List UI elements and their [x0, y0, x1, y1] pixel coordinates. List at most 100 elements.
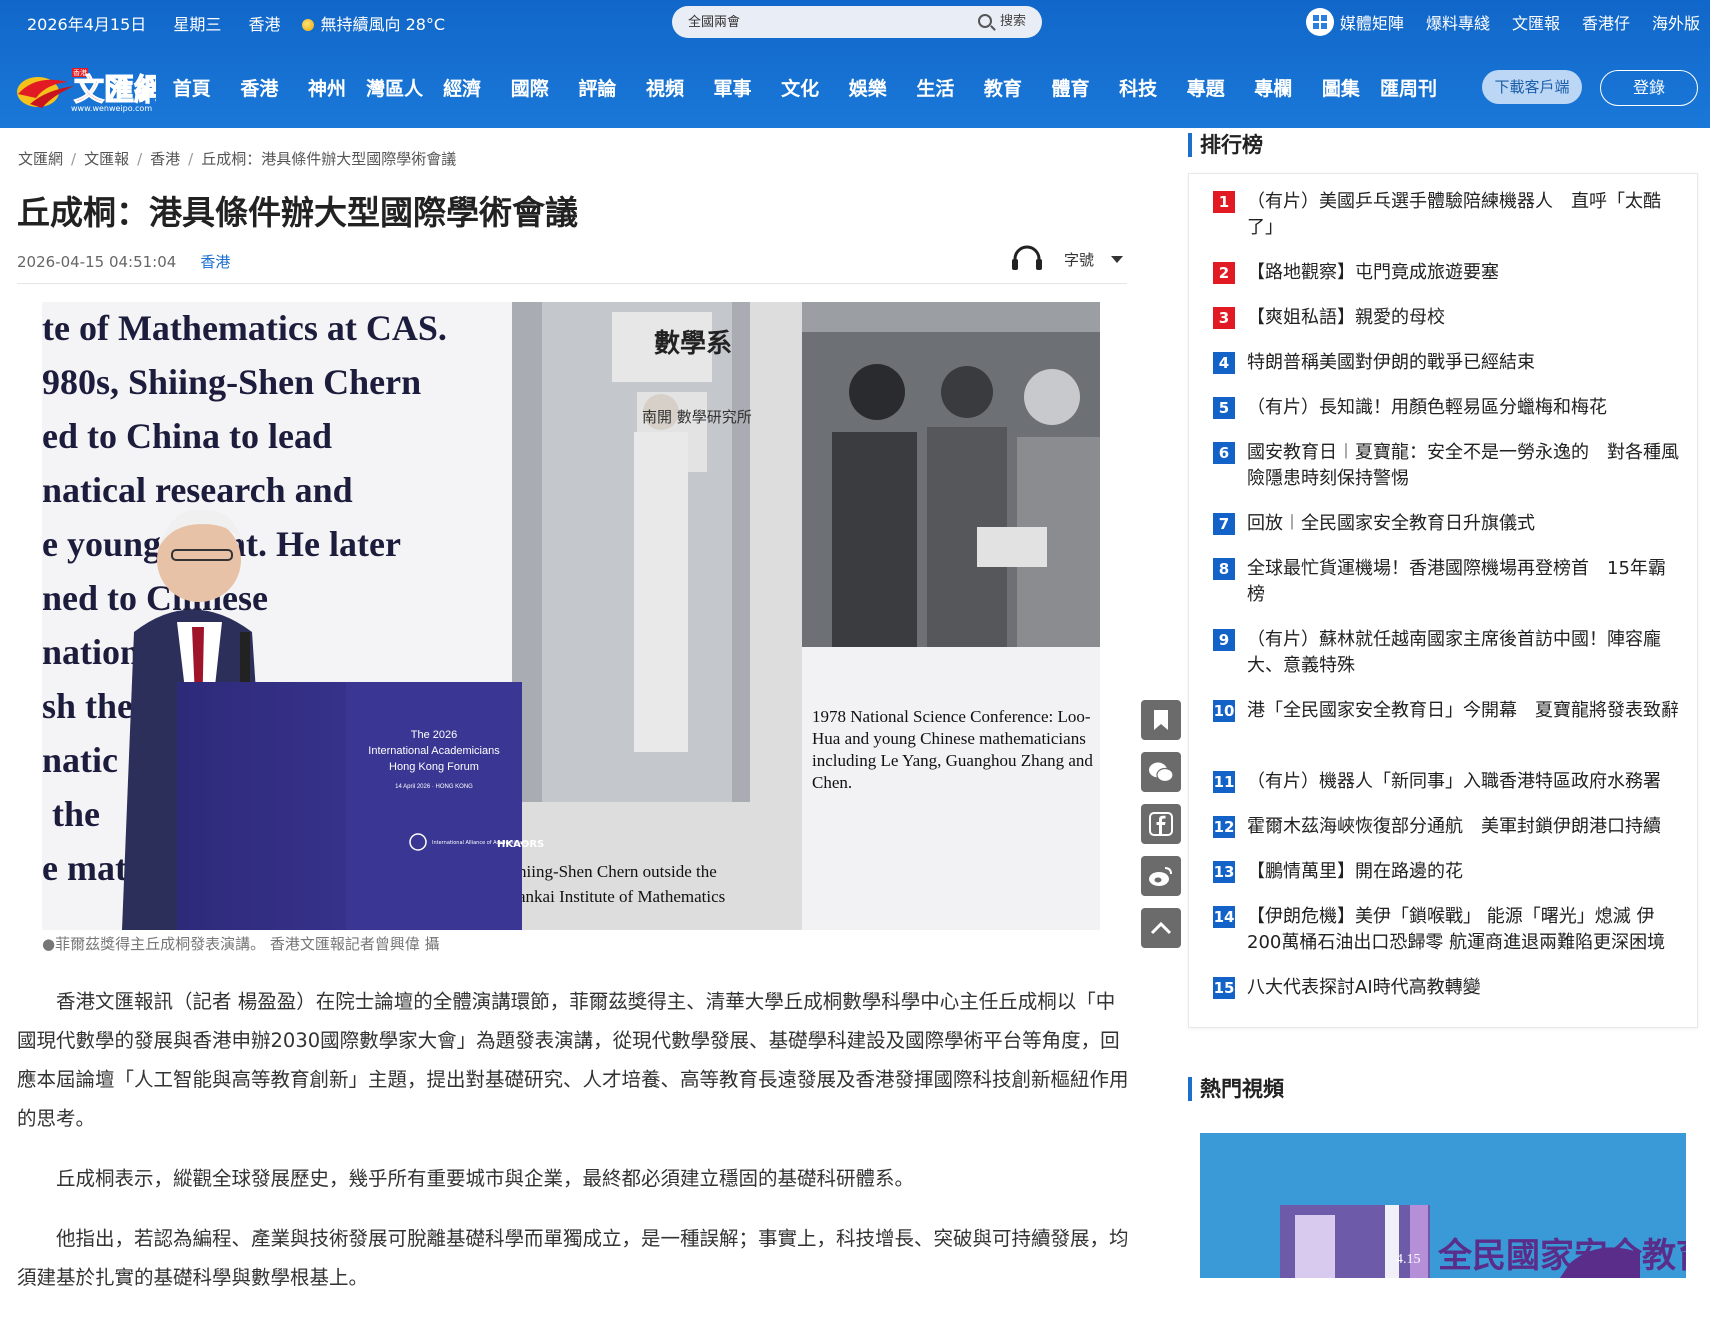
- nav-sports[interactable]: 體育: [1037, 74, 1105, 101]
- breadcrumb-hongkong[interactable]: 香港: [150, 150, 180, 168]
- main-nav: 香港 文匯網 www.wenweipo.com 首頁 香港 神州 灣區人 經濟 …: [0, 56, 1710, 120]
- nav-video[interactable]: 視頻: [631, 74, 699, 101]
- nav-home[interactable]: 首頁: [158, 74, 226, 101]
- paragraph: 香港文匯報訊（記者 楊盈盈）在院士論壇的全體演講環節，菲爾茲獎得主、清華大學丘成…: [17, 990, 1129, 1130]
- ranking-item[interactable]: 8 全球最忙貨運機場！香港國際機場再登榜首 15年霸榜: [1213, 556, 1683, 608]
- nav-tech[interactable]: 科技: [1104, 74, 1172, 101]
- category-link[interactable]: 香港: [200, 253, 230, 271]
- video-date: 4.15: [1396, 1252, 1421, 1267]
- ranking-item[interactable]: 5 （有片）長知識！用顏色輕易區分蠟梅和梅花: [1213, 395, 1683, 421]
- ranking-item[interactable]: 15 八大代表探討AI時代高教轉變: [1213, 975, 1683, 1001]
- slide-caption: Hua and young Chinese mathematicians: [812, 729, 1086, 748]
- ranking-item[interactable]: 6 國安教育日︱夏寶龍：安全不是一勞永逸的 對各種風險隱患時刻保持警惕: [1213, 440, 1683, 492]
- headphone-icon[interactable]: [1010, 245, 1044, 271]
- caret-down-icon[interactable]: [1111, 256, 1123, 263]
- hot-videos-title: 熱門視頻: [1188, 1077, 1284, 1101]
- facebook-share-button[interactable]: [1141, 804, 1181, 844]
- video-banner-text: 全民國家安全教育日: [1437, 1236, 1686, 1276]
- ranking-item[interactable]: 7 回放︱全民國家安全教育日升旗儀式: [1213, 511, 1683, 537]
- ranking-item[interactable]: 11 （有片）機器人「新同事」入職香港特區政府水務署: [1213, 769, 1683, 795]
- top-links: 媒體矩陣 爆料專綫 文匯報 香港仔 海外版: [1305, 8, 1700, 36]
- hongkongzai-link[interactable]: 香港仔: [1582, 10, 1630, 34]
- forum-photo-graphic: te of Mathematics at CAS. 980s, Shiing-S…: [42, 302, 1100, 930]
- nav-international[interactable]: 國際: [496, 74, 564, 101]
- facebook-icon: [1149, 812, 1173, 836]
- date-text: 2026年4月15日: [27, 15, 147, 34]
- grid-icon: [1305, 8, 1334, 36]
- meta-divider: [17, 283, 1127, 284]
- login-button[interactable]: 登錄: [1600, 70, 1698, 106]
- breadcrumb-paper[interactable]: 文匯報: [84, 150, 129, 168]
- site-logo[interactable]: 香港 文匯網 www.wenweipo.com: [16, 64, 165, 113]
- search-button-label: 搜索: [999, 14, 1026, 29]
- font-size-label[interactable]: 字號: [1064, 249, 1094, 270]
- ranking-item[interactable]: 2 【路地觀察】屯門竟成旅遊要塞: [1213, 260, 1683, 286]
- slide-line: natical research and: [42, 470, 353, 510]
- nav-military[interactable]: 軍事: [699, 74, 767, 101]
- paragraph: 他指出，若認為編程、產業與技術發展可脫離基礎科學而單獨成立，是一種誤解；事實上，…: [17, 1227, 1129, 1289]
- ranking-item[interactable]: 9 （有片）蘇林就任越南國家主席後首訪中國！陣容龐大、意義特殊: [1213, 627, 1683, 679]
- hotline-link[interactable]: 爆料專綫: [1426, 10, 1490, 34]
- nav-hongkong[interactable]: 香港: [226, 74, 294, 101]
- slide-line: te of Mathematics at CAS.: [42, 308, 447, 348]
- search-box: 搜索: [672, 6, 1042, 38]
- wechat-share-button[interactable]: [1141, 752, 1181, 792]
- search-input[interactable]: [688, 6, 958, 38]
- nav-education[interactable]: 教育: [969, 74, 1037, 101]
- nav-columns[interactable]: 專欄: [1240, 74, 1308, 101]
- nav-china[interactable]: 神州: [293, 74, 361, 101]
- article-photo: te of Mathematics at CAS. 980s, Shiing-S…: [42, 302, 1100, 930]
- svg-text:文匯網: 文匯網: [74, 73, 156, 108]
- wenweipo-paper-link[interactable]: 文匯報: [1512, 10, 1560, 34]
- nav-bayarea[interactable]: 灣區人: [361, 74, 429, 101]
- ranking-title: 排行榜: [1188, 133, 1263, 157]
- sun-icon: [302, 19, 315, 31]
- breadcrumb-home[interactable]: 文匯網: [18, 150, 63, 168]
- nav-weekly[interactable]: 匯周刊: [1375, 74, 1443, 101]
- ranking-list: 1 （有片）美國乒乓選手體驗陪練機器人 直呼「太酷了」 2 【路地觀察】屯門竟成旅遊…: [1188, 173, 1698, 1028]
- nav-culture[interactable]: 文化: [766, 74, 834, 101]
- paragraph: 丘成桐表示，縱觀全球發展歷史，幾乎所有重要城市與企業，最終都必須建立穩固的基礎科…: [56, 1167, 915, 1190]
- site-header: 2026年4月15日 星期三 香港 無持續風向 28°C 搜索 媒體矩陣 爆料專綫…: [0, 0, 1710, 128]
- slide-caption: ankai Institute of Mathematics: [518, 887, 725, 906]
- nav-opinion[interactable]: 評論: [564, 74, 632, 101]
- nav-topics[interactable]: 專題: [1172, 74, 1240, 101]
- podium-text: International Academicians: [368, 745, 500, 757]
- search-button[interactable]: 搜索: [977, 13, 1026, 31]
- slide-caption: including Le Yang, Guanghou Zhang and: [812, 751, 1093, 770]
- hot-video-thumbnail[interactable]: 4.15 全民國家安全教育日: [1200, 1133, 1686, 1278]
- weibo-icon: [1149, 867, 1172, 886]
- slide-line: nation: [42, 632, 140, 672]
- download-app-button[interactable]: 下載客戶端: [1482, 70, 1582, 104]
- slide-sign: 數學系: [654, 329, 732, 359]
- weibo-share-button[interactable]: [1141, 856, 1181, 896]
- slide-caption: 1978 National Science Conference: Loo-: [812, 707, 1091, 726]
- ranking-item[interactable]: 3 【爽姐私語】親愛的母校: [1213, 305, 1683, 331]
- ranking-item[interactable]: 13 【鵬情萬里】開在路邊的花: [1213, 859, 1683, 885]
- nav-gallery[interactable]: 圖集: [1307, 74, 1375, 101]
- search-icon: [977, 14, 992, 28]
- back-to-top-button[interactable]: [1141, 908, 1181, 948]
- slide-line: e mat: [42, 848, 127, 888]
- wechat-icon: [1149, 762, 1174, 783]
- photo-caption: ●菲爾茲獎得主丘成桐發表演講。 香港文匯報記者曾興偉 攝: [42, 935, 440, 953]
- bookmark-button[interactable]: [1141, 700, 1181, 740]
- slide-line: the: [52, 794, 100, 834]
- ranking-item[interactable]: 12 霍爾木茲海峽恢復部分通航 美軍封鎖伊朗港口持續: [1213, 814, 1683, 840]
- overseas-edition-link[interactable]: 海外版: [1652, 10, 1700, 34]
- podium-logo: HKAORS: [497, 839, 544, 850]
- breadcrumb: 文匯網 / 文匯報 / 香港 / 丘成桐：港具條件辦大型國際學術會議: [18, 150, 457, 168]
- ranking-item[interactable]: 4 特朗普稱美國對伊朗的戰爭已經結束: [1213, 350, 1683, 376]
- podium-date: 14 April 2026 · HONG KONG: [395, 784, 473, 790]
- slide-caption: hiing-Shen Chern outside the: [518, 862, 717, 881]
- publish-datetime: 2026-04-15 04:51:04: [17, 253, 177, 271]
- nav-lifestyle[interactable]: 生活: [902, 74, 970, 101]
- ranking-item[interactable]: 10 港「全民國家安全教育日」今開幕 夏寶龍將發表致辭: [1213, 698, 1683, 724]
- ranking-item[interactable]: 1 （有片）美國乒乓選手體驗陪練機器人 直呼「太酷了」: [1213, 189, 1683, 241]
- nav-items: 首頁 香港 神州 灣區人 經濟 國際 評論 視頻 軍事 文化 娛樂 生活 教育 …: [158, 74, 1442, 101]
- ranking-item[interactable]: 14 【伊朗危機】美伊「鎖喉戰」 能源「曙光」熄滅 伊200萬桶石油出口恐歸零 航…: [1213, 904, 1683, 956]
- weather-location: 香港: [248, 15, 281, 34]
- nav-entertainment[interactable]: 娛樂: [834, 74, 902, 101]
- nav-economy[interactable]: 經濟: [428, 74, 496, 101]
- media-matrix-link[interactable]: 媒體矩陣: [1305, 8, 1404, 36]
